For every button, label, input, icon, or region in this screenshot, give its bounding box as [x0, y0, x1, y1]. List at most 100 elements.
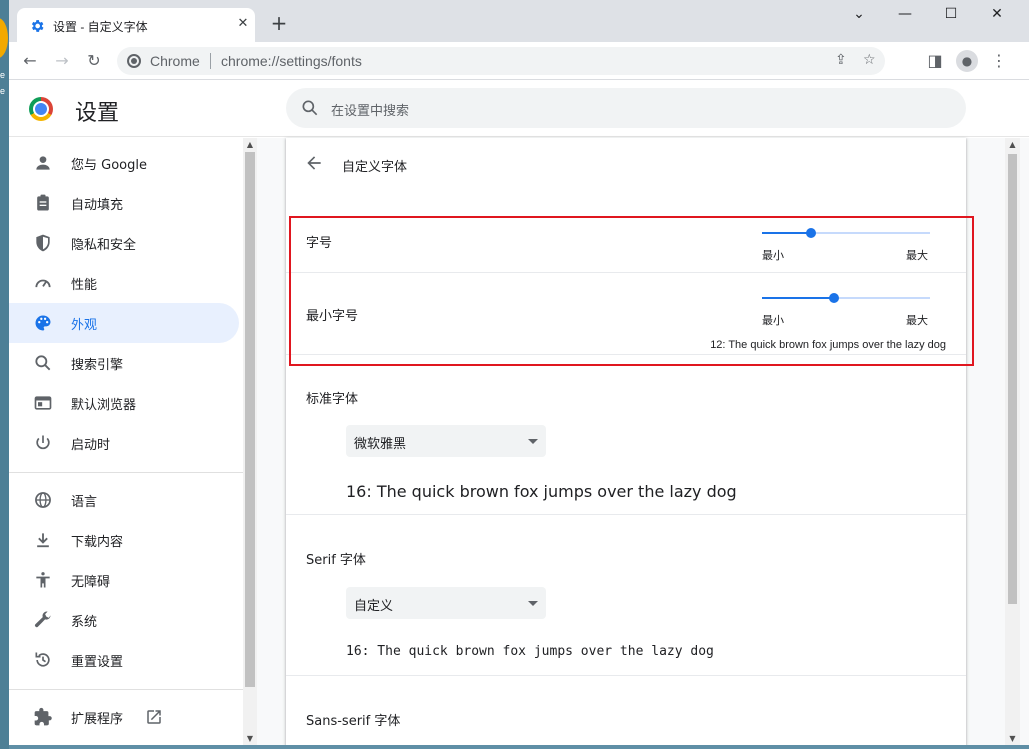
- search-icon: [35, 355, 51, 371]
- sidebar-scrollbar[interactable]: ▲ ▼: [243, 138, 257, 745]
- scroll-up-arrow[interactable]: ▲: [1005, 140, 1020, 149]
- close-window-button[interactable]: ✕: [977, 6, 1017, 28]
- desktop-text-fragment: e: [0, 86, 6, 96]
- chevron-down-icon: [528, 601, 538, 606]
- sidebar-item-label: 性能: [71, 278, 98, 293]
- sidebar-item-search-engine[interactable]: 搜索引擎: [9, 343, 239, 383]
- side-panel-icon[interactable]: ◨: [924, 50, 946, 72]
- sidebar-item-languages[interactable]: 语言: [9, 480, 239, 520]
- search-icon: [302, 100, 318, 116]
- select-value: 微软雅黑: [354, 437, 407, 452]
- standard-font-sample: 16: The quick brown fox jumps over the l…: [346, 482, 737, 501]
- sidebar-item-label: 自动填充: [71, 198, 124, 213]
- menu-icon[interactable]: ⋮: [988, 50, 1010, 72]
- scrollbar-thumb[interactable]: [1008, 154, 1017, 604]
- desktop-edge: e e: [0, 0, 9, 749]
- reset-icon: [35, 652, 50, 667]
- browser-window: 设置 - 自定义字体 ✕ + ⌄ — ☐ ✕ ← → ↻ Chrome chro…: [9, 0, 1029, 745]
- chrome-logo: [29, 97, 53, 121]
- shield-icon: [36, 234, 50, 252]
- sidebar-item-label: 搜索引擎: [71, 358, 124, 373]
- select-value: 自定义: [354, 599, 394, 614]
- chrome-site-icon: [127, 54, 141, 68]
- tab-settings-fonts[interactable]: 设置 - 自定义字体 ✕: [17, 8, 255, 42]
- standard-font-label: 标准字体: [306, 392, 359, 407]
- minimize-button[interactable]: —: [885, 6, 925, 28]
- sidebar-item-label: 语言: [71, 495, 98, 510]
- tab-strip: 设置 - 自定义字体 ✕ + ⌄ — ☐ ✕: [9, 0, 1029, 42]
- scroll-up-arrow[interactable]: ▲: [243, 140, 257, 149]
- chevron-down-icon: [528, 439, 538, 444]
- palette-icon: [35, 315, 51, 331]
- row-divider: [286, 675, 966, 676]
- address-bar[interactable]: Chrome chrome://settings/fonts ⇪ ☆: [117, 47, 885, 75]
- puzzle-icon: [34, 707, 52, 726]
- tab-search-icon[interactable]: ⌄: [839, 6, 879, 28]
- sidebar-item-label: 系统: [71, 615, 98, 630]
- url-text[interactable]: chrome://settings/fonts: [221, 53, 362, 69]
- sidebar-item-privacy[interactable]: 隐私和安全: [9, 223, 239, 263]
- sidebar-item-accessibility[interactable]: 无障碍: [9, 560, 239, 600]
- sidebar-item-label: 默认浏览器: [71, 398, 137, 413]
- settings-sidebar: 您与 Google 自动填充 隐私和安全 性能 外观 搜索引擎 默认浏览器 启动…: [9, 138, 243, 745]
- url-separator: [210, 53, 211, 69]
- sidebar-item-system[interactable]: 系统: [9, 600, 239, 640]
- maximize-button[interactable]: ☐: [931, 6, 971, 28]
- download-icon: [37, 533, 49, 548]
- back-button[interactable]: ←: [19, 50, 41, 72]
- scroll-down-arrow[interactable]: ▼: [243, 734, 257, 743]
- share-icon[interactable]: ⇪: [835, 52, 847, 68]
- sidebar-item-label: 下载内容: [71, 535, 124, 550]
- sidebar-item-default-browser[interactable]: 默认浏览器: [9, 383, 239, 423]
- url-origin: Chrome: [150, 53, 200, 69]
- highlight-annotation-box: [289, 216, 974, 366]
- scroll-down-arrow[interactable]: ▼: [1005, 734, 1020, 743]
- standard-font-select[interactable]: 微软雅黑: [346, 425, 546, 457]
- forward-button[interactable]: →: [51, 50, 73, 72]
- profile-avatar[interactable]: ●: [956, 50, 978, 72]
- sidebar-divider: [9, 689, 243, 690]
- sidebar-item-label: 重置设置: [71, 655, 124, 670]
- serif-font-label: Serif 字体: [306, 553, 366, 568]
- sidebar-item-on-startup[interactable]: 启动时: [9, 423, 239, 463]
- bookmark-star-icon[interactable]: ☆: [863, 52, 876, 68]
- sidebar-item-extensions[interactable]: 扩展程序: [9, 697, 239, 737]
- power-icon: [36, 435, 50, 450]
- browser-icon: [34, 396, 52, 410]
- subpage-title: 自定义字体: [342, 160, 408, 175]
- scrollbar-thumb[interactable]: [245, 152, 255, 687]
- sidebar-item-appearance[interactable]: 外观: [9, 303, 239, 343]
- globe-icon: [35, 492, 51, 508]
- sidebar-divider: [9, 472, 243, 473]
- clipboard-icon: [37, 194, 49, 211]
- sidebar-item-label: 隐私和安全: [71, 238, 137, 253]
- back-arrow-icon[interactable]: [304, 153, 324, 173]
- reload-button[interactable]: ↻: [83, 50, 105, 72]
- new-tab-button[interactable]: +: [267, 12, 291, 36]
- gear-icon: [31, 20, 44, 32]
- sidebar-item-you-and-google[interactable]: 您与 Google: [9, 143, 239, 183]
- sidebar-item-label: 您与 Google: [71, 158, 147, 173]
- sidebar-item-performance[interactable]: 性能: [9, 263, 239, 303]
- open-in-new-icon: [147, 710, 161, 724]
- sidebar-item-label: 启动时: [71, 438, 111, 453]
- sidebar-item-label: 外观: [71, 318, 98, 333]
- sidebar-item-label: 无障碍: [71, 575, 111, 590]
- serif-font-select[interactable]: 自定义: [346, 587, 546, 619]
- tab-close-icon[interactable]: ✕: [235, 16, 251, 31]
- accessibility-icon: [36, 572, 50, 588]
- speedometer-icon: [35, 279, 51, 288]
- browser-toolbar: ← → ↻ Chrome chrome://settings/fonts ⇪ ☆…: [9, 42, 1029, 80]
- desktop-icon-fragment: [0, 18, 8, 58]
- search-placeholder: 在设置中搜索: [331, 104, 410, 119]
- settings-search-input[interactable]: 在设置中搜索: [286, 88, 966, 128]
- sidebar-item-autofill[interactable]: 自动填充: [9, 183, 239, 223]
- sidebar-item-label: 扩展程序: [71, 712, 124, 727]
- wrench-icon: [34, 611, 51, 628]
- sidebar-item-reset[interactable]: 重置设置: [9, 640, 239, 680]
- desktop-text-fragment: e: [0, 70, 6, 80]
- main-scrollbar[interactable]: ▲ ▼: [1005, 138, 1020, 745]
- tab-title: 设置 - 自定义字体: [53, 20, 148, 34]
- person-icon: [36, 156, 50, 170]
- sidebar-item-downloads[interactable]: 下载内容: [9, 520, 239, 560]
